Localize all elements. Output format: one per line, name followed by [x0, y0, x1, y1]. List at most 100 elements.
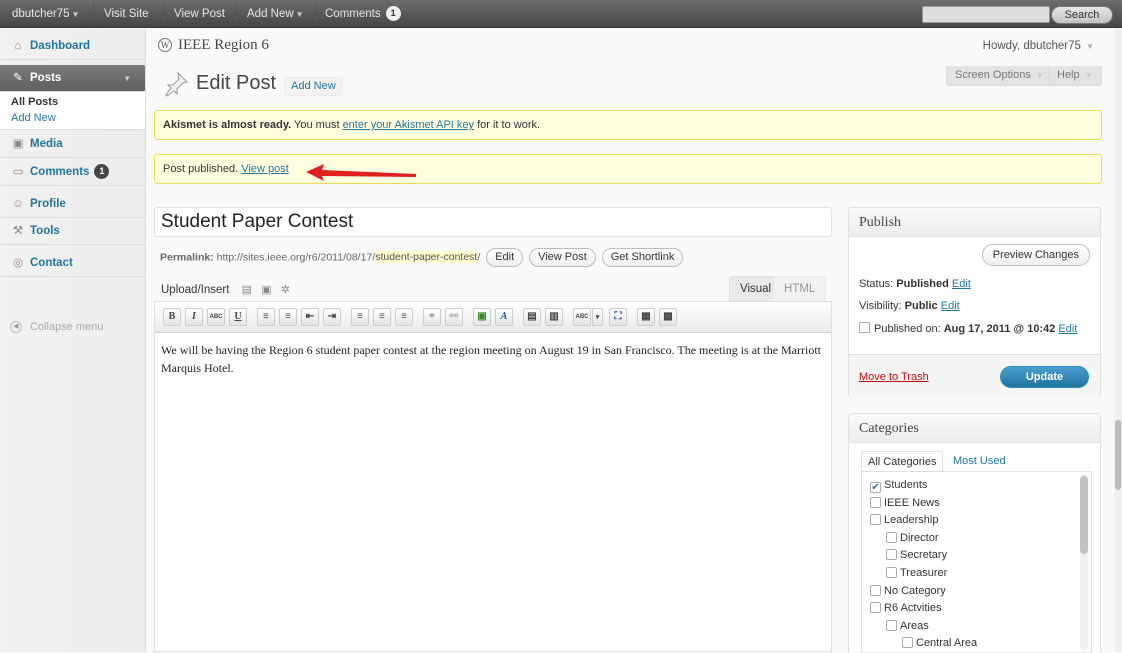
site-name-label: IEEE Region 6: [178, 37, 269, 53]
unlink-button[interactable]: ⚯: [445, 308, 463, 326]
numbered-list-button[interactable]: ≡: [279, 308, 297, 326]
checkbox-icon[interactable]: [870, 514, 881, 526]
preview-changes-button[interactable]: Preview Changes: [981, 244, 1090, 266]
collapse-menu-button[interactable]: ◀ Collapse menu: [0, 316, 145, 338]
sidebar-item-profile[interactable]: ☺ Profile: [0, 191, 145, 218]
category-item[interactable]: Treasurer: [886, 565, 947, 581]
checkbox-icon[interactable]: [902, 637, 913, 649]
get-shortlink-button[interactable]: Get Shortlink: [601, 248, 684, 267]
sidebar-item-tools[interactable]: ⚒ Tools: [0, 218, 145, 245]
spellcheck-button[interactable]: ABC: [573, 308, 591, 326]
insert-link-button[interactable]: ⚭: [423, 308, 441, 326]
sidebar-item-label: Posts: [30, 72, 62, 84]
visibility-label: Visibility:: [859, 300, 905, 312]
page-scrollbar-thumb[interactable]: [1115, 420, 1121, 490]
category-item[interactable]: IEEE News: [870, 495, 940, 511]
move-to-trash-link[interactable]: Move to Trash: [859, 371, 929, 383]
spellcheck-dropdown[interactable]: ▾: [592, 308, 603, 326]
category-item[interactable]: Leadership: [870, 512, 938, 528]
sidebar-item-contact[interactable]: ◎ Contact: [0, 250, 145, 277]
tab-html[interactable]: HTML: [773, 276, 827, 302]
bullet-list-button[interactable]: ≡: [257, 308, 275, 326]
permalink-end: /: [477, 251, 481, 264]
category-item[interactable]: ✔ Students: [870, 477, 927, 493]
sidebar-subitem-all-posts[interactable]: All Posts: [0, 94, 145, 110]
add-video-icon[interactable]: ▣: [261, 283, 271, 296]
checkbox-icon[interactable]: [886, 549, 897, 561]
sidebar-item-label: Profile: [30, 198, 66, 210]
table-button[interactable]: ▩: [659, 308, 677, 326]
checkbox-icon[interactable]: [870, 584, 881, 596]
category-item[interactable]: Director: [886, 530, 939, 546]
align-right-button[interactable]: ≡: [395, 308, 413, 326]
help-button[interactable]: Help ▼: [1048, 66, 1102, 86]
permalink-slug[interactable]: student-paper-contest: [375, 251, 478, 264]
tab-most-used[interactable]: Most Used: [947, 451, 1012, 472]
chevron-down-icon: ▼: [295, 10, 304, 19]
category-scrollbar-thumb[interactable]: [1080, 476, 1088, 554]
category-item[interactable]: R6 Actvities: [870, 600, 941, 616]
edit-date-link[interactable]: Edit: [1058, 323, 1077, 335]
sidebar-subitem-add-new[interactable]: Add New: [0, 110, 145, 126]
category-label: No Category: [884, 584, 946, 597]
page-break-button[interactable]: ▥: [545, 308, 563, 326]
align-center-button[interactable]: ≡: [373, 308, 391, 326]
categories-box-title[interactable]: Categories: [849, 414, 1100, 443]
admin-bar-user-menu[interactable]: dbutcher75 ▼: [12, 0, 79, 28]
update-button[interactable]: Update: [1000, 366, 1089, 388]
sidebar-item-posts[interactable]: ✎ Posts ▼: [0, 65, 145, 92]
indent-button[interactable]: ⇥: [323, 308, 341, 326]
category-item[interactable]: Areas: [886, 618, 929, 634]
status-value: Published: [896, 278, 949, 290]
underline-button[interactable]: U: [229, 308, 247, 326]
category-item[interactable]: Secretary: [886, 547, 947, 563]
comments-label: Comments: [325, 8, 381, 20]
sidebar-item-media[interactable]: ▣ Media: [0, 131, 145, 158]
site-name[interactable]: W IEEE Region 6: [158, 37, 269, 54]
category-item[interactable]: No Category: [870, 583, 946, 599]
visit-site-link[interactable]: Visit Site: [104, 0, 149, 28]
checkbox-icon[interactable]: [870, 496, 881, 508]
chevron-down-icon: ▼: [123, 74, 131, 83]
add-new-post-button[interactable]: Add New: [284, 77, 343, 96]
admin-bar-search-button[interactable]: Search: [1051, 6, 1113, 24]
checkbox-checked-icon[interactable]: ✔: [870, 482, 881, 493]
view-post-notice-link[interactable]: View post: [241, 163, 289, 175]
add-media-icon[interactable]: ✲: [281, 283, 290, 296]
tab-all-categories[interactable]: All Categories: [861, 451, 944, 472]
checkbox-icon[interactable]: [886, 531, 897, 543]
sidebar-item-dashboard[interactable]: ⌂ Dashboard: [0, 33, 145, 60]
checkbox-icon[interactable]: [886, 567, 897, 578]
text-color-button[interactable]: A: [495, 308, 513, 326]
edit-status-link[interactable]: Edit: [952, 278, 971, 290]
publish-box-title[interactable]: Publish: [849, 208, 1100, 237]
category-item[interactable]: Central Area: [902, 635, 977, 651]
edit-permalink-button[interactable]: Edit: [486, 248, 524, 267]
akismet-api-key-link[interactable]: enter your Akismet API key: [343, 119, 474, 131]
sidebar-item-comments[interactable]: ▭ Comments 1: [0, 159, 145, 186]
checkbox-icon[interactable]: [886, 619, 897, 631]
align-left-button[interactable]: ≡: [351, 308, 369, 326]
admin-bar-search-input[interactable]: [922, 6, 1050, 23]
add-new-menu[interactable]: Add New ▼: [247, 0, 304, 28]
page-scrollbar-track[interactable]: [1114, 29, 1122, 652]
insert-more-button[interactable]: ▤: [523, 308, 541, 326]
howdy-user-menu[interactable]: Howdy, dbutcher75 ▼: [983, 40, 1094, 52]
editor-content-area[interactable]: We will be having the Region 6 student p…: [154, 333, 832, 652]
bold-button[interactable]: B: [163, 308, 181, 326]
italic-button[interactable]: I: [185, 308, 203, 326]
outdent-button[interactable]: ⇤: [301, 308, 319, 326]
view-post-link[interactable]: View Post: [174, 0, 225, 28]
fullscreen-button[interactable]: ⛶: [609, 308, 627, 326]
category-label: Areas: [900, 619, 929, 632]
add-image-icon[interactable]: ▤: [242, 283, 252, 296]
checkbox-icon[interactable]: [870, 602, 881, 614]
edit-visibility-link[interactable]: Edit: [941, 300, 960, 312]
insert-image-button[interactable]: ▣: [473, 308, 491, 326]
comments-link[interactable]: Comments 1: [325, 0, 401, 28]
post-title-input[interactable]: Student Paper Contest: [154, 207, 832, 237]
kitchen-sink-button[interactable]: ▦: [637, 308, 655, 326]
strikethrough-button[interactable]: ABC: [207, 308, 225, 326]
screen-options-button[interactable]: Screen Options ▼: [946, 66, 1053, 86]
view-post-button[interactable]: View Post: [529, 248, 596, 267]
